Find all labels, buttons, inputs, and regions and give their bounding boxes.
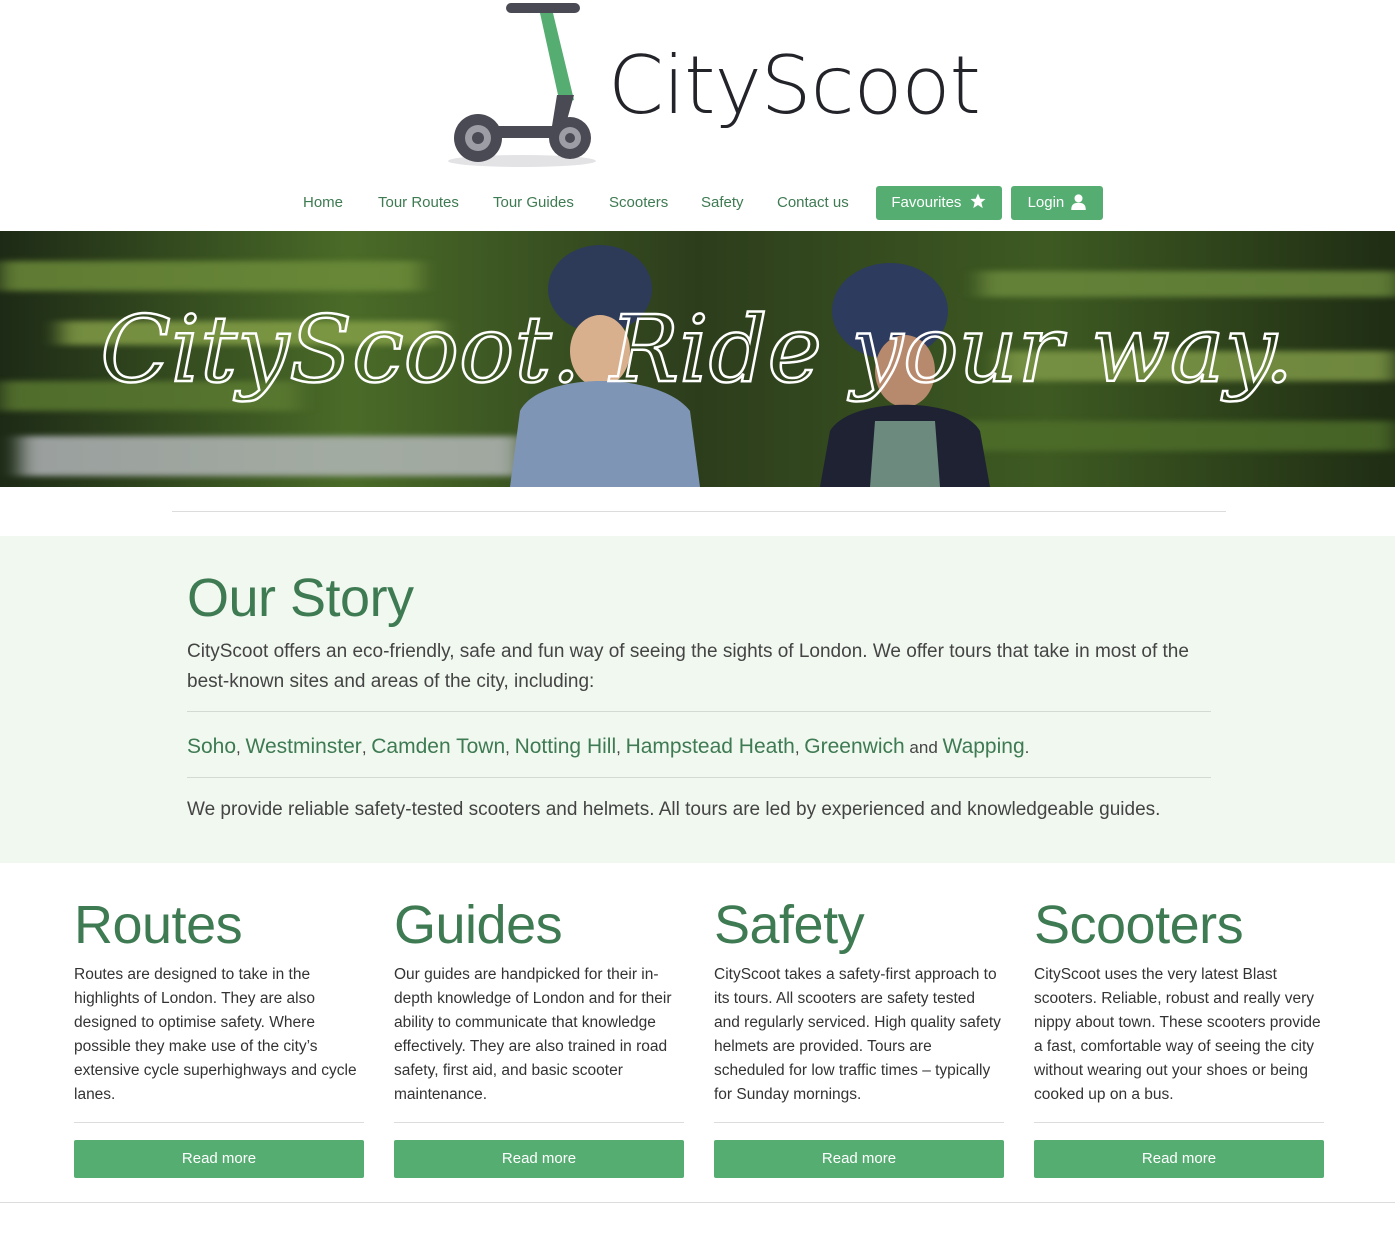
routes-read-more-button[interactable]: Read more	[74, 1140, 364, 1178]
story-divider-top	[187, 711, 1211, 712]
feature-text: CityScoot takes a safety-first approach …	[714, 966, 1001, 1103]
our-story-section: Our Story CityScoot offers an eco-friend…	[0, 536, 1395, 863]
feature-title: Routes	[74, 895, 243, 955]
place-hampstead-heath[interactable]: Hampstead Heath	[626, 735, 795, 758]
feature-title: Scooters	[1034, 895, 1244, 955]
story-closing: We provide reliable safety-tested scoote…	[187, 799, 1161, 820]
hero-tagline: CityScoot. Ride your way.	[100, 296, 1293, 403]
feature-text: Routes are designed to take in the highl…	[74, 966, 357, 1103]
place-westminster[interactable]: Westminster	[246, 735, 362, 758]
hero-image: CityScoot. Ride your way.	[0, 231, 1395, 487]
section-divider	[172, 511, 1226, 512]
feature-title: Safety	[714, 895, 865, 955]
places-list: Soho, Westminster, Camden Town, Notting …	[187, 735, 1030, 758]
feature-divider	[74, 1122, 364, 1123]
footer-divider	[0, 1202, 1395, 1203]
login-button[interactable]: Login	[1011, 186, 1103, 220]
hero-banner: CityScoot. Ride your way.	[0, 231, 1395, 487]
nav-tour-guides[interactable]: Tour Guides	[493, 186, 574, 220]
star-icon	[970, 193, 986, 209]
place-wapping[interactable]: Wapping	[943, 735, 1025, 758]
nav-scooters[interactable]: Scooters	[609, 186, 668, 220]
main-nav: Home Tour Routes Tour Guides Scooters Sa…	[0, 186, 1395, 220]
nav-safety[interactable]: Safety	[701, 186, 744, 220]
feature-divider	[394, 1122, 684, 1123]
nav-contact-us[interactable]: Contact us	[777, 186, 849, 220]
place-greenwich[interactable]: Greenwich	[804, 735, 904, 758]
story-title: Our Story	[187, 568, 414, 628]
user-icon	[1071, 194, 1087, 210]
nav-tour-routes[interactable]: Tour Routes	[378, 186, 459, 220]
site-header: CityScoot Home Tour Routes Tour Guides S…	[0, 0, 1395, 231]
feature-divider	[1034, 1122, 1324, 1123]
feature-title: Guides	[394, 895, 563, 955]
nav-home[interactable]: Home	[303, 186, 343, 220]
favourites-label: Favourites	[891, 194, 962, 211]
scooters-read-more-button[interactable]: Read more	[1034, 1140, 1324, 1178]
place-camden-town[interactable]: Camden Town	[371, 735, 505, 758]
feature-text: CityScoot uses the very latest Blast sco…	[1034, 966, 1321, 1103]
safety-read-more-button[interactable]: Read more	[714, 1140, 1004, 1178]
place-soho[interactable]: Soho	[187, 735, 236, 758]
story-intro: CityScoot offers an eco-friendly, safe a…	[187, 641, 1189, 692]
feature-divider	[714, 1122, 1004, 1123]
scooter-icon[interactable]	[444, 0, 604, 170]
login-label: Login	[1027, 194, 1065, 211]
brand-name: CityScoot	[608, 39, 981, 132]
guides-read-more-button[interactable]: Read more	[394, 1140, 684, 1178]
and-word: and	[909, 738, 938, 757]
place-notting-hill[interactable]: Notting Hill	[515, 735, 617, 758]
story-divider-bottom	[187, 777, 1211, 778]
favourites-button[interactable]: Favourites	[876, 186, 1002, 220]
feature-text: Our guides are handpicked for their in-d…	[394, 966, 672, 1103]
features-section: Routes Routes are designed to take in th…	[0, 863, 1395, 1203]
